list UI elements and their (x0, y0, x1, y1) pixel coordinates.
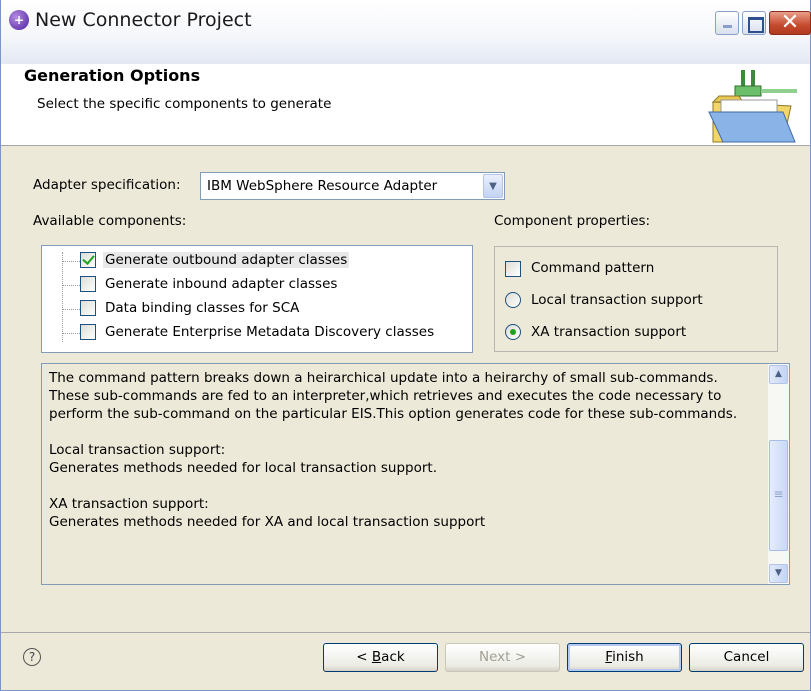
dialog-window: + New Connector Project ✕ Generation Opt… (0, 0, 811, 691)
scroll-up-icon[interactable]: ▲ (769, 365, 788, 384)
back-mnemonic: B (371, 649, 382, 665)
xa-tx-label: XA transaction support (531, 324, 687, 340)
help-icon[interactable]: ? (23, 648, 41, 666)
tree-branch-line (62, 261, 80, 262)
minimize-button[interactable] (715, 11, 739, 35)
available-components-label: Available components: (33, 213, 187, 229)
chevron-down-icon[interactable]: ▼ (483, 174, 503, 198)
back-rest: ack (381, 649, 405, 665)
command-pattern-option[interactable]: Command pattern (505, 259, 765, 279)
back-prefix: < (356, 649, 372, 665)
page-title: Generation Options (24, 66, 201, 85)
component-properties-label: Component properties: (494, 213, 651, 229)
tree-item[interactable]: Generate Enterprise Metadata Discovery c… (42, 322, 472, 344)
folder-connector-icon (708, 70, 797, 143)
tree-item-label: Generate outbound adapter classes (103, 252, 350, 268)
outbound-checkbox[interactable] (80, 252, 96, 268)
tree-item[interactable]: Generate outbound adapter classes (42, 250, 472, 272)
scroll-thumb[interactable] (769, 440, 788, 551)
local-tx-option[interactable]: Local transaction support (505, 291, 765, 311)
tree-item[interactable]: Data binding classes for SCA (42, 298, 472, 320)
data-binding-checkbox[interactable] (80, 300, 96, 316)
description-text: The command pattern breaks down a heirar… (49, 370, 738, 530)
command-pattern-checkbox[interactable] (505, 261, 521, 277)
tree-branch-line (62, 333, 80, 334)
local-tx-label: Local transaction support (531, 292, 703, 308)
maximize-button[interactable] (742, 11, 766, 35)
xa-tx-option[interactable]: XA transaction support (505, 323, 765, 343)
footer-divider (1, 632, 810, 633)
window-title: New Connector Project (35, 9, 252, 31)
local-tx-radio[interactable] (505, 292, 521, 308)
scroll-down-icon[interactable]: ▼ (769, 564, 788, 583)
vertical-scrollbar[interactable]: ▲ ▼ (768, 364, 789, 584)
xa-tx-radio[interactable] (505, 324, 521, 340)
command-pattern-label: Command pattern (531, 260, 655, 276)
app-icon: + (9, 10, 29, 30)
adapter-spec-select[interactable]: IBM WebSphere Resource Adapter ▼ (200, 172, 505, 200)
component-properties-group: Command pattern Local transaction suppor… (494, 246, 778, 352)
page-description: Select the specific components to genera… (37, 96, 332, 112)
tree-branch-line (62, 309, 80, 310)
tree-item-label: Data binding classes for SCA (105, 300, 300, 316)
tree-item[interactable]: Generate inbound adapter classes (42, 274, 472, 296)
cancel-button[interactable]: Cancel (689, 643, 804, 672)
close-icon: ✕ (780, 10, 800, 35)
next-button[interactable]: Next > (445, 643, 560, 672)
components-tree[interactable]: Generate outbound adapter classes Genera… (41, 245, 473, 353)
adapter-spec-label: Adapter specification: (33, 177, 181, 193)
adapter-spec-value: IBM WebSphere Resource Adapter (207, 178, 438, 194)
close-button[interactable]: ✕ (769, 10, 811, 35)
finish-button[interactable]: Finish (567, 643, 682, 672)
emd-checkbox[interactable] (80, 324, 96, 340)
tree-item-label: Generate Enterprise Metadata Discovery c… (105, 324, 435, 340)
wizard-header: Generation Options Select the specific c… (1, 64, 810, 146)
finish-rest: inish (612, 649, 644, 665)
description-textarea[interactable]: The command pattern breaks down a heirar… (41, 363, 790, 585)
tree-branch-line (62, 285, 80, 286)
inbound-checkbox[interactable] (80, 276, 96, 292)
back-button[interactable]: < Back (323, 643, 438, 672)
tree-item-label: Generate inbound adapter classes (105, 276, 338, 292)
title-bar[interactable]: + New Connector Project ✕ (1, 0, 811, 64)
